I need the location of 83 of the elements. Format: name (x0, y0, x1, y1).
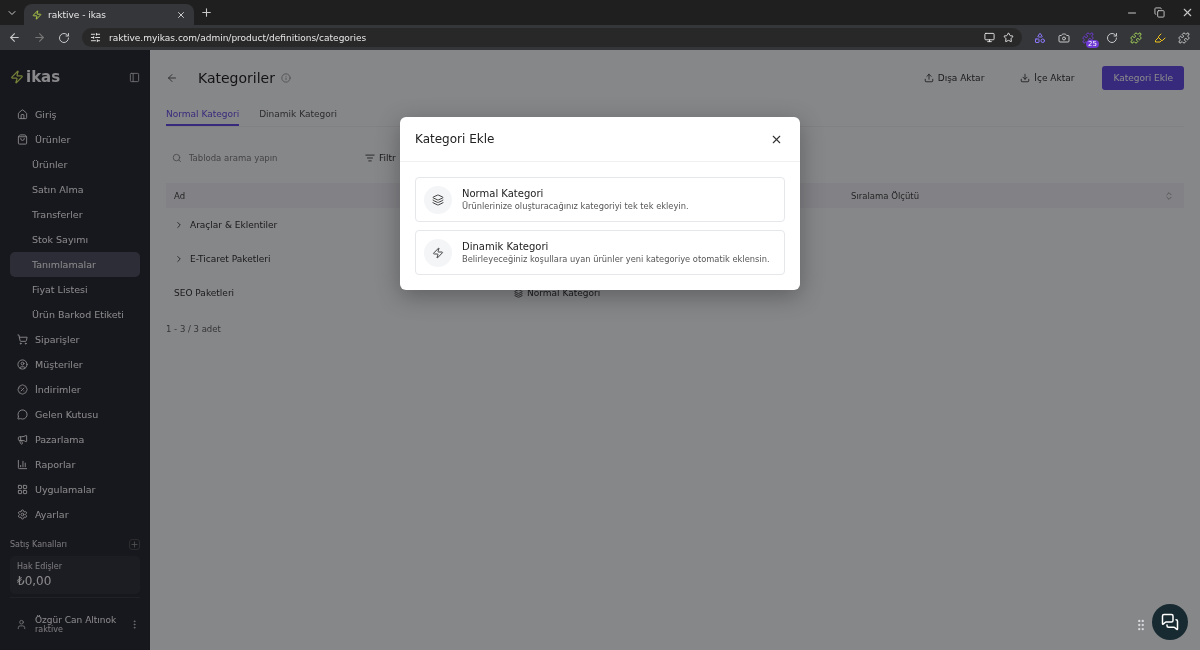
column-header: Ad (174, 190, 186, 201)
sidebar-item[interactable]: Fiyat Listesi (10, 277, 140, 302)
expand-icon[interactable] (174, 220, 184, 230)
sidebar-item[interactable]: Ayarlar (10, 502, 140, 527)
add-category-button[interactable]: Kategori Ekle (1102, 66, 1184, 90)
category-type-option[interactable]: Dinamik Kategori Belirleyeceğiniz koşullara uyan ürünler yeni kategoriye otomatik eklensin. (415, 230, 785, 275)
browser-tab[interactable]: raktive - ikas (24, 4, 194, 25)
ikas-logo[interactable]: ikas (10, 68, 61, 86)
page-title: Kategoriler (198, 70, 275, 86)
home-icon (17, 109, 28, 120)
sidebar-item[interactable]: Ürünler (10, 127, 140, 152)
earnings-label: Hak Edişler (17, 562, 64, 571)
install-icon[interactable] (984, 32, 995, 43)
sidebar-item[interactable]: Uygulamalar (10, 477, 140, 502)
sidebar-item[interactable]: Ürünler (10, 152, 140, 177)
bag-icon (17, 134, 28, 145)
chat-bubbles-icon (1161, 613, 1179, 631)
pagination-text: 1 - 3 / 3 adet (166, 324, 222, 334)
lightning-icon (432, 246, 444, 259)
back-icon[interactable] (8, 31, 21, 44)
extensions-icon[interactable] (1178, 31, 1190, 44)
import-button[interactable]: İçe Aktar (1012, 67, 1083, 89)
restore-icon[interactable] (1154, 7, 1165, 18)
category-name[interactable]: Araçlar & Eklentiler (174, 220, 278, 230)
collapse-sidebar-icon[interactable] (129, 71, 140, 83)
discount-icon (17, 384, 28, 395)
sidebar-item[interactable]: Giriş (10, 102, 140, 127)
forward-icon[interactable] (33, 31, 46, 44)
filter-icon (365, 153, 375, 163)
column-header: Sıralama Ölçütü (851, 190, 920, 201)
megaphone-icon (17, 434, 28, 445)
upload-icon (923, 73, 934, 83)
filter-button[interactable]: Filtr (357, 147, 404, 169)
lightning-icon (10, 70, 24, 84)
sidebar-item[interactable]: İndirimler (10, 377, 140, 402)
sidebar-item[interactable]: Stok Sayımı (10, 227, 140, 252)
tab[interactable]: Normal Kategori (166, 109, 240, 126)
camera-icon[interactable] (1058, 31, 1070, 44)
download-icon (1020, 73, 1031, 83)
earnings-value: ₺0,00 (17, 574, 53, 588)
sidebar-item[interactable]: Müşteriler (10, 352, 140, 377)
section-title: Satış Kanalları (10, 540, 67, 549)
category-type: Normal Kategori (514, 288, 601, 298)
sidebar-item[interactable]: Siparişler (10, 327, 140, 352)
tab[interactable]: Dinamik Kategori (259, 109, 337, 126)
user-icon (16, 618, 27, 630)
sidebar-item[interactable]: Ürün Barkod Etiketi (10, 302, 140, 327)
close-icon[interactable] (176, 9, 186, 20)
refresh-icon[interactable] (1106, 31, 1118, 44)
modal-title: Kategori Ekle (415, 132, 495, 146)
sidebar-item[interactable]: Gelen Kutusu (10, 402, 140, 427)
address-bar[interactable]: raktive.myikas.com/admin/product/definitions/categories (82, 28, 1022, 47)
reload-icon[interactable] (58, 31, 70, 44)
favicon-icon (32, 9, 42, 20)
bar-chart-icon (17, 459, 28, 470)
user-circle-icon (17, 359, 28, 370)
search-field[interactable]: Tabloda arama yapın (166, 152, 347, 164)
export-button[interactable]: Dışa Aktar (915, 67, 993, 89)
sidebar-item[interactable]: Pazarlama (10, 427, 140, 452)
extension-icon[interactable] (1130, 31, 1142, 44)
new-tab-icon[interactable] (200, 6, 213, 19)
sidebar-item[interactable]: Satın Alma (10, 177, 140, 202)
layers-icon (514, 288, 523, 298)
user-name: Özgür Can Altınok (35, 614, 118, 625)
extension-icon[interactable] (1034, 31, 1046, 44)
sidebar-item[interactable]: Transferler (10, 202, 140, 227)
layers-icon (432, 193, 444, 206)
category-type-option[interactable]: Normal Kategori Ürünlerinize oluşturacağınız kategoriyi tek tek ekleyin. (415, 177, 785, 222)
site-settings-icon[interactable] (90, 32, 101, 43)
close-icon[interactable] (1181, 6, 1194, 19)
search-icon (172, 153, 182, 163)
settings-icon (17, 509, 28, 520)
expand-icon[interactable] (174, 254, 184, 264)
grid-icon (17, 484, 28, 495)
category-name[interactable]: SEO Paketleri (174, 288, 235, 298)
category-name[interactable]: E-Ticaret Paketleri (174, 254, 271, 264)
sidebar-item[interactable]: Tanımlamalar (10, 252, 140, 277)
chat-icon (17, 409, 28, 420)
store-name: raktive (35, 624, 64, 634)
bookmark-icon[interactable] (1003, 32, 1014, 43)
highlighter-icon[interactable] (1154, 31, 1166, 44)
cart-icon (17, 334, 28, 345)
sidebar-item[interactable]: Raporlar (10, 452, 140, 477)
